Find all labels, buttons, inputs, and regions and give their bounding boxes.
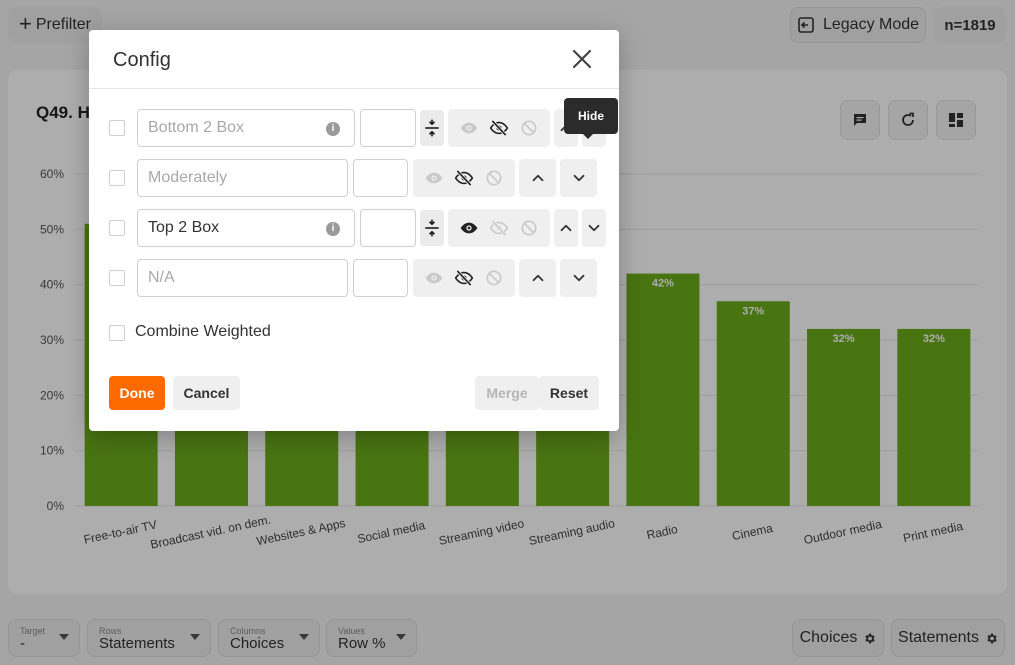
hide-button[interactable] [454, 168, 474, 188]
block-icon [486, 270, 502, 286]
done-button[interactable]: Done [109, 376, 165, 410]
show-button[interactable] [424, 168, 444, 188]
choice-code-input[interactable] [353, 159, 408, 197]
dialog-title: Config [113, 49, 171, 71]
move-down-button[interactable] [560, 159, 597, 197]
move-up-button[interactable] [554, 209, 578, 247]
info-icon: i [326, 122, 340, 136]
choice-label-text: Bottom 2 Box [148, 119, 245, 136]
combine-weighted-label: Combine Weighted [135, 323, 271, 340]
split-icon [425, 219, 439, 237]
chevron-down-icon [588, 224, 600, 232]
choice-label-text: Moderately [148, 169, 228, 186]
eye-icon [425, 172, 443, 184]
cancel-button[interactable]: Cancel [173, 376, 240, 410]
hide-button[interactable] [489, 218, 509, 238]
choice-code-input[interactable] [353, 259, 408, 297]
split-button[interactable] [420, 110, 444, 146]
config-dialog: Config Bottom 2 Box i Moderately Top 2 Box i… [89, 30, 619, 431]
chevron-up-icon [532, 174, 543, 182]
visibility-group [413, 259, 515, 297]
choice-row: Moderately [89, 159, 619, 197]
eye-icon [460, 122, 478, 134]
merge-button[interactable]: Merge [475, 376, 539, 410]
move-down-button[interactable] [582, 209, 606, 247]
eye-icon [425, 272, 443, 284]
show-button[interactable] [459, 218, 479, 238]
choice-label-input[interactable]: N/A [137, 259, 348, 297]
exclude-button[interactable] [519, 118, 539, 138]
split-button[interactable] [420, 210, 444, 246]
choice-code-input[interactable] [360, 109, 416, 147]
hide-button[interactable] [489, 118, 509, 138]
choice-label-input[interactable]: Bottom 2 Box i [137, 109, 355, 147]
chevron-up-icon [532, 274, 543, 282]
choice-row-checkbox[interactable] [109, 120, 125, 136]
eye-off-icon [489, 219, 509, 237]
split-icon [425, 119, 439, 137]
choice-row: Bottom 2 Box i [89, 109, 619, 147]
visibility-group [448, 109, 550, 147]
move-down-button[interactable] [560, 259, 597, 297]
visibility-group [448, 209, 550, 247]
visibility-group [413, 159, 515, 197]
choice-row: N/A [89, 259, 619, 297]
choice-code-input[interactable] [360, 209, 416, 247]
tooltip-arrow [582, 133, 594, 139]
exclude-button[interactable] [484, 168, 504, 188]
reset-button[interactable]: Reset [539, 376, 599, 410]
eye-icon [460, 222, 478, 234]
eye-off-icon [489, 119, 509, 137]
choice-row-checkbox[interactable] [109, 270, 125, 286]
block-icon [486, 170, 502, 186]
chevron-down-icon [573, 174, 584, 182]
choice-row-checkbox[interactable] [109, 170, 125, 186]
choice-label-text: Top 2 Box [148, 219, 220, 236]
hide-button[interactable] [454, 268, 474, 288]
close-icon[interactable] [570, 47, 594, 71]
move-up-button[interactable] [519, 159, 556, 197]
move-up-button[interactable] [519, 259, 556, 297]
exclude-button[interactable] [484, 268, 504, 288]
chevron-down-icon [573, 274, 584, 282]
choice-label-text: N/A [148, 269, 175, 286]
combine-weighted-checkbox[interactable] [109, 325, 125, 341]
choice-label-input[interactable]: Moderately [137, 159, 348, 197]
info-icon: i [326, 222, 340, 236]
choice-row-checkbox[interactable] [109, 220, 125, 236]
hide-tooltip: Hide [564, 98, 618, 134]
chevron-up-icon [560, 224, 572, 232]
exclude-button[interactable] [519, 218, 539, 238]
dialog-divider [89, 88, 619, 89]
eye-off-icon [454, 169, 474, 187]
show-button[interactable] [459, 118, 479, 138]
eye-off-icon [454, 269, 474, 287]
block-icon [521, 220, 537, 236]
choice-row: Top 2 Box i [89, 209, 619, 247]
choice-label-input[interactable]: Top 2 Box i [137, 209, 355, 247]
show-button[interactable] [424, 268, 444, 288]
block-icon [521, 120, 537, 136]
